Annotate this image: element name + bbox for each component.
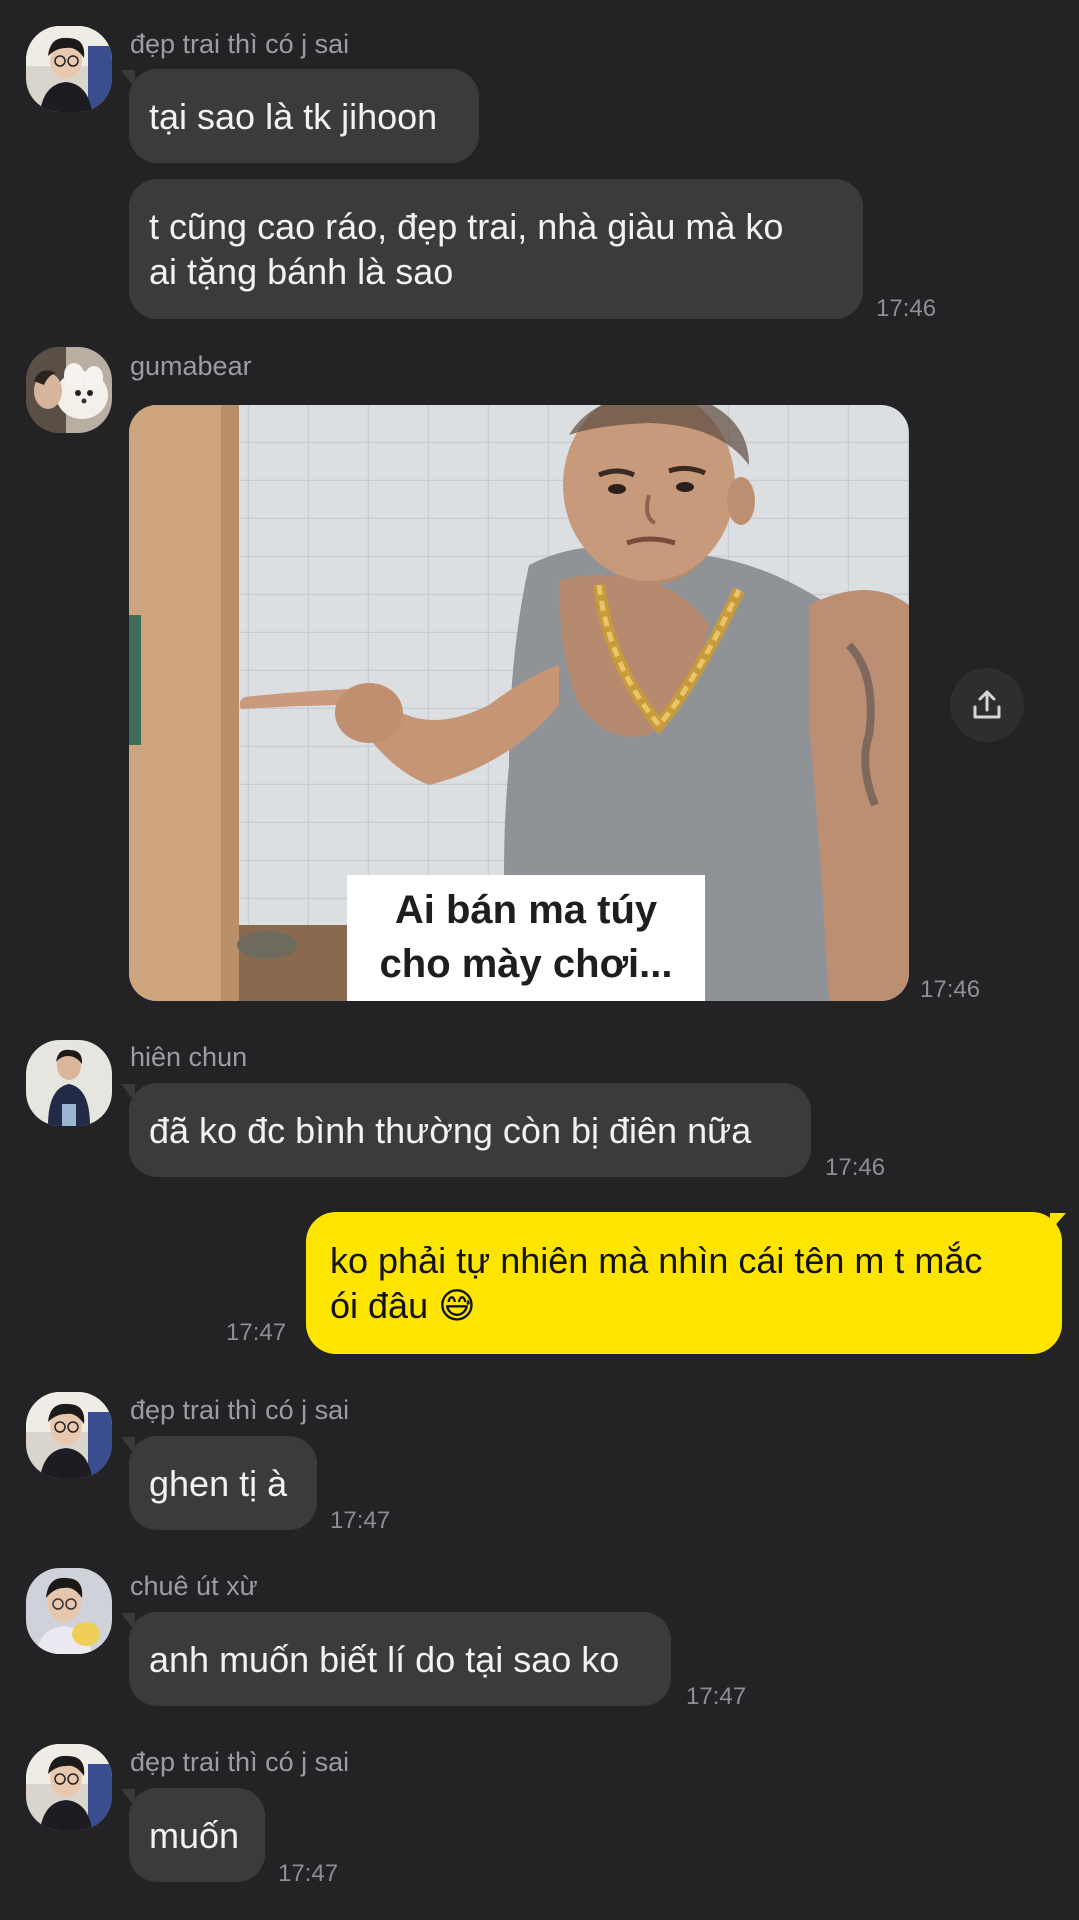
sender-name: gumabear — [130, 351, 252, 381]
avatar[interactable] — [26, 347, 112, 433]
message-time: 17:47 — [330, 1507, 391, 1534]
message-time: 17:47 — [226, 1319, 287, 1346]
sender-name: đẹp trai thì có j sai — [130, 29, 350, 59]
message-bubble[interactable]: tại sao là tk jihoon — [129, 69, 479, 163]
message-bubble[interactable]: đã ko đc bình thường còn bị điên nữa — [129, 1083, 811, 1177]
message-time: 17:46 — [825, 1154, 886, 1181]
message-time: 17:47 — [278, 1860, 339, 1887]
image-caption-line: Ai bán ma túy — [394, 888, 658, 932]
image-message[interactable]: Ai bán ma túy cho mày chơi... — [129, 405, 909, 1001]
message-text: muốn — [149, 1814, 240, 1856]
message-text: ghen tị à — [149, 1462, 288, 1504]
message-time: 17:46 — [876, 295, 937, 322]
avatar[interactable] — [26, 1744, 112, 1830]
message-time: 17:46 — [920, 976, 981, 1003]
sender-name: hiên chun — [130, 1042, 248, 1072]
message-text-line: ói đâu 😅 — [330, 1285, 476, 1326]
sender-name: chuê út xừ — [130, 1571, 258, 1601]
message-time: 17:47 — [686, 1683, 747, 1710]
avatar[interactable] — [26, 1568, 112, 1654]
message-bubble[interactable]: ghen tị à — [129, 1436, 317, 1530]
image-caption-line: cho mày chơi... — [379, 942, 673, 986]
avatar[interactable] — [26, 26, 112, 112]
sender-name: đẹp trai thì có j sai — [130, 1395, 350, 1425]
avatar[interactable] — [26, 1040, 112, 1126]
message-text: anh muốn biết lí do tại sao ko — [149, 1638, 620, 1680]
message-text-line: ko phải tự nhiên mà nhìn cái tên m t mắc — [330, 1240, 983, 1281]
avatar[interactable] — [26, 1392, 112, 1478]
sender-name: đẹp trai thì có j sai — [130, 1747, 350, 1777]
own-message-bubble[interactable]: ko phải tự nhiên mà nhìn cái tên m t mắc… — [306, 1212, 1062, 1354]
message-text-line: t cũng cao ráo, đẹp trai, nhà giàu mà ko — [149, 206, 784, 247]
message-bubble[interactable]: muốn — [129, 1788, 265, 1882]
share-icon — [973, 690, 1001, 719]
message-bubble[interactable]: t cũng cao ráo, đẹp trai, nhà giàu mà ko… — [129, 179, 863, 319]
message-text: đã ko đc bình thường còn bị điên nữa — [149, 1109, 752, 1151]
image-caption: Ai bán ma túy cho mày chơi... — [347, 875, 705, 999]
message-bubble[interactable]: anh muốn biết lí do tại sao ko — [129, 1612, 671, 1706]
message-text-line: ai tặng bánh là sao — [149, 251, 454, 292]
message-text: tại sao là tk jihoon — [149, 95, 438, 137]
share-button[interactable] — [950, 668, 1024, 742]
